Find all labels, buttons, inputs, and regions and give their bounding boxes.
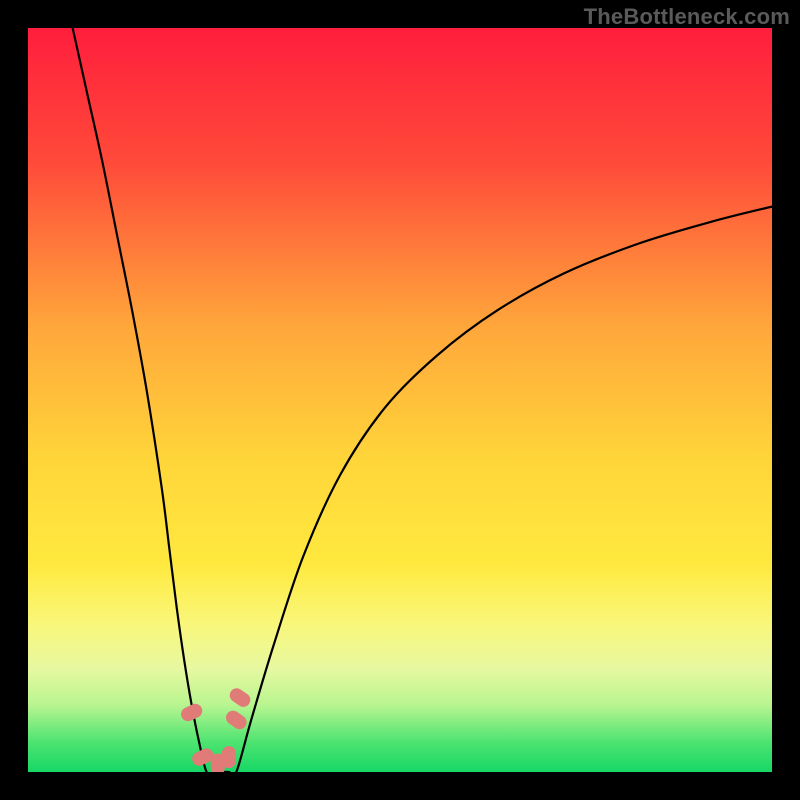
- gradient-background: [28, 28, 772, 772]
- chart-svg: [28, 28, 772, 772]
- chart-frame: TheBottleneck.com: [0, 0, 800, 800]
- marker-dot: [222, 746, 236, 768]
- watermark-text: TheBottleneck.com: [584, 4, 790, 30]
- plot-area: [28, 28, 772, 772]
